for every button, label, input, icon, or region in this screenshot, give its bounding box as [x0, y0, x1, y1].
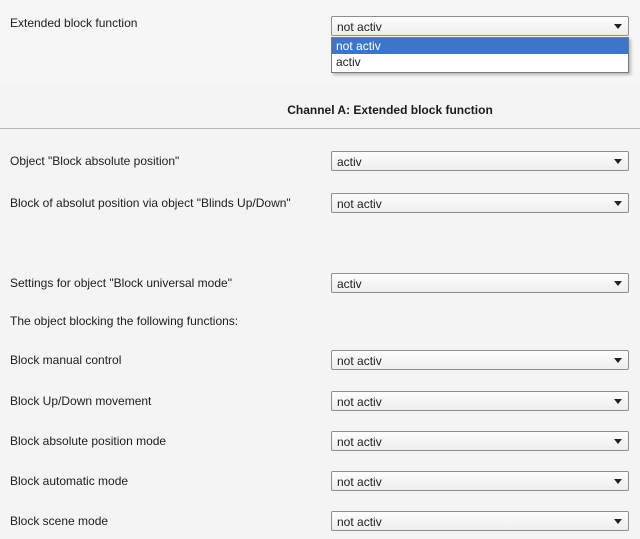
- block-up-down-value: not activ: [337, 395, 382, 409]
- block-absolute-position-label: Object "Block absolute position": [10, 154, 180, 168]
- block-absolute-position-mode-label: Block absolute position mode: [10, 434, 167, 448]
- divider: [0, 128, 640, 129]
- chevron-down-icon[interactable]: [614, 201, 622, 206]
- block-scene-mode-select[interactable]: not activ: [331, 511, 629, 531]
- extended-block-function-dropdown[interactable]: not activ activ: [331, 37, 629, 73]
- extended-block-function-select[interactable]: not activ: [331, 16, 629, 36]
- block-scene-mode-label: Block scene mode: [10, 514, 109, 528]
- chevron-down-icon[interactable]: [614, 439, 622, 444]
- chevron-down-icon[interactable]: [614, 519, 622, 524]
- chevron-down-icon[interactable]: [614, 24, 622, 29]
- block-scene-mode-value: not activ: [337, 515, 382, 529]
- chevron-down-icon[interactable]: [614, 399, 622, 404]
- block-automatic-mode-label: Block automatic mode: [10, 474, 129, 488]
- block-via-blinds-value: not activ: [337, 197, 382, 211]
- extended-block-function-label: Extended block function: [10, 16, 138, 30]
- block-manual-control-select[interactable]: not activ: [331, 350, 629, 370]
- section-title: Channel A: Extended block function: [287, 103, 493, 117]
- block-absolute-position-select[interactable]: activ: [331, 151, 629, 171]
- block-via-blinds-label: Block of absolut position via object "Bl…: [10, 196, 291, 210]
- block-universal-mode-value: activ: [337, 277, 362, 291]
- extended-block-function-value: not activ: [337, 20, 382, 34]
- block-absolute-position-value: activ: [337, 155, 362, 169]
- chevron-down-icon[interactable]: [614, 358, 622, 363]
- block-manual-control-label: Block manual control: [10, 353, 122, 367]
- block-absolute-position-mode-select[interactable]: not activ: [331, 431, 629, 451]
- block-automatic-mode-value: not activ: [337, 475, 382, 489]
- chevron-down-icon[interactable]: [614, 479, 622, 484]
- block-universal-mode-select[interactable]: activ: [331, 273, 629, 293]
- block-absolute-position-mode-value: not activ: [337, 435, 382, 449]
- chevron-down-icon[interactable]: [614, 281, 622, 286]
- block-via-blinds-select[interactable]: not activ: [331, 193, 629, 213]
- block-up-down-select[interactable]: not activ: [331, 391, 629, 411]
- chevron-down-icon[interactable]: [614, 159, 622, 164]
- dropdown-option-not-activ[interactable]: not activ: [332, 38, 628, 54]
- dropdown-option-activ[interactable]: activ: [332, 54, 628, 70]
- block-automatic-mode-select[interactable]: not activ: [331, 471, 629, 491]
- block-up-down-label: Block Up/Down movement: [10, 394, 152, 408]
- blocking-info-text: The object blocking the following functi…: [10, 314, 239, 328]
- block-universal-mode-label: Settings for object "Block universal mod…: [10, 276, 232, 290]
- block-manual-control-value: not activ: [337, 354, 382, 368]
